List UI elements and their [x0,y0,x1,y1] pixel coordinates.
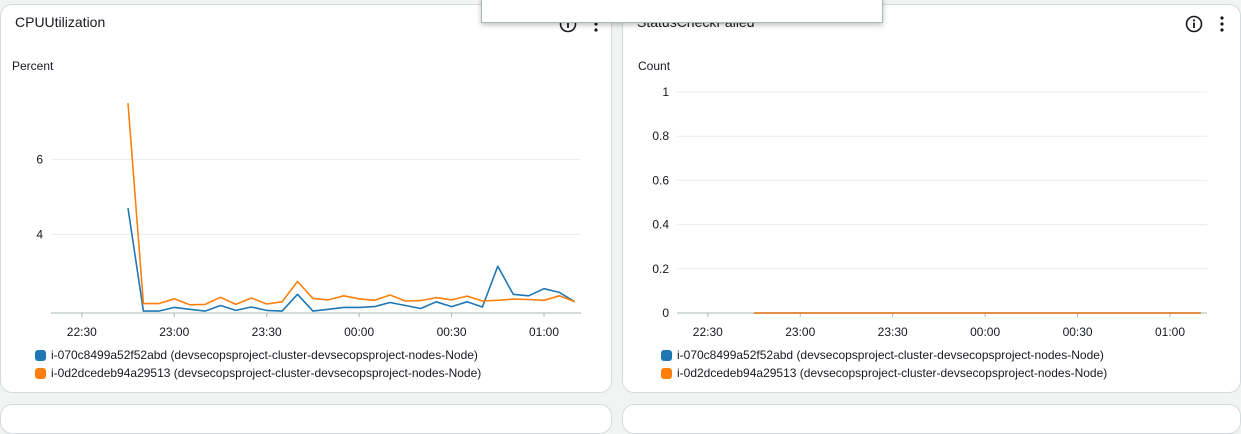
next-widget-left [0,404,612,434]
x-tick-label: 23:00 [159,325,189,339]
legend-label: i-0d2dcedeb94a29513 (devsecopsproject-cl… [51,366,482,380]
x-tick-label: 01:00 [529,325,559,339]
cpu-utilization-chart: 4 6 22:30 23:00 23:30 00:00 00:30 01:00 [36,103,581,339]
y-tick-label: 1 [662,85,669,99]
x-tick-label: 22:30 [693,325,723,339]
x-tick-label: 00:00 [970,325,1000,339]
chart-legend: i-070c8499a52f52abd (devsecopsproject-cl… [661,346,1107,382]
chart-legend: i-070c8499a52f52abd (devsecopsproject-cl… [35,346,481,382]
x-tick-label: 01:00 [1155,325,1185,339]
x-tick-label: 00:00 [344,325,374,339]
legend-item[interactable]: i-0d2dcedeb94a29513 (devsecopsproject-cl… [661,364,1107,382]
x-tick-label: 22:30 [67,325,97,339]
y-tick-label: 0.8 [652,129,669,143]
series-line-0[interactable] [127,207,576,312]
y-tick-label: 0.4 [652,218,669,232]
cpu-utilization-widget: CPUUtilization Percent 4 6 22:30 23:00 23:30… [0,4,612,393]
dropdown-popover[interactable] [481,0,883,23]
legend-label: i-070c8499a52f52abd (devsecopsproject-cl… [51,348,478,362]
legend-swatch [661,349,672,361]
x-tick-label: 23:30 [878,325,908,339]
legend-item[interactable]: i-0d2dcedeb94a29513 (devsecopsproject-cl… [35,364,481,382]
legend-label: i-070c8499a52f52abd (devsecopsproject-cl… [677,348,1104,362]
y-tick-label: 6 [36,152,43,166]
y-tick-label: 4 [36,227,43,241]
y-tick-label: 0 [662,306,669,320]
x-tick-label: 23:30 [252,325,282,339]
status-check-failed-widget: StatusCheckFailed Count 00.20.40.60.8122… [622,4,1241,393]
y-tick-label: 0.6 [652,173,669,187]
legend-swatch [35,367,46,379]
status-check-failed-chart: 0 0.2 0.4 0.6 0.8 1 22:30 23:00 23:30 00:00 00:30 0… [652,85,1207,339]
x-tick-label: 00:30 [1063,325,1093,339]
series-line-1[interactable] [127,103,576,306]
next-widget-right [622,404,1241,434]
y-tick-label: 0.2 [652,262,669,276]
legend-item[interactable]: i-070c8499a52f52abd (devsecopsproject-cl… [661,346,1107,364]
legend-swatch [661,367,672,379]
legend-swatch [35,349,46,361]
x-tick-label: 00:30 [437,325,467,339]
legend-label: i-0d2dcedeb94a29513 (devsecopsproject-cl… [677,366,1108,380]
x-tick-label: 23:00 [785,325,815,339]
legend-item[interactable]: i-070c8499a52f52abd (devsecopsproject-cl… [35,346,481,364]
